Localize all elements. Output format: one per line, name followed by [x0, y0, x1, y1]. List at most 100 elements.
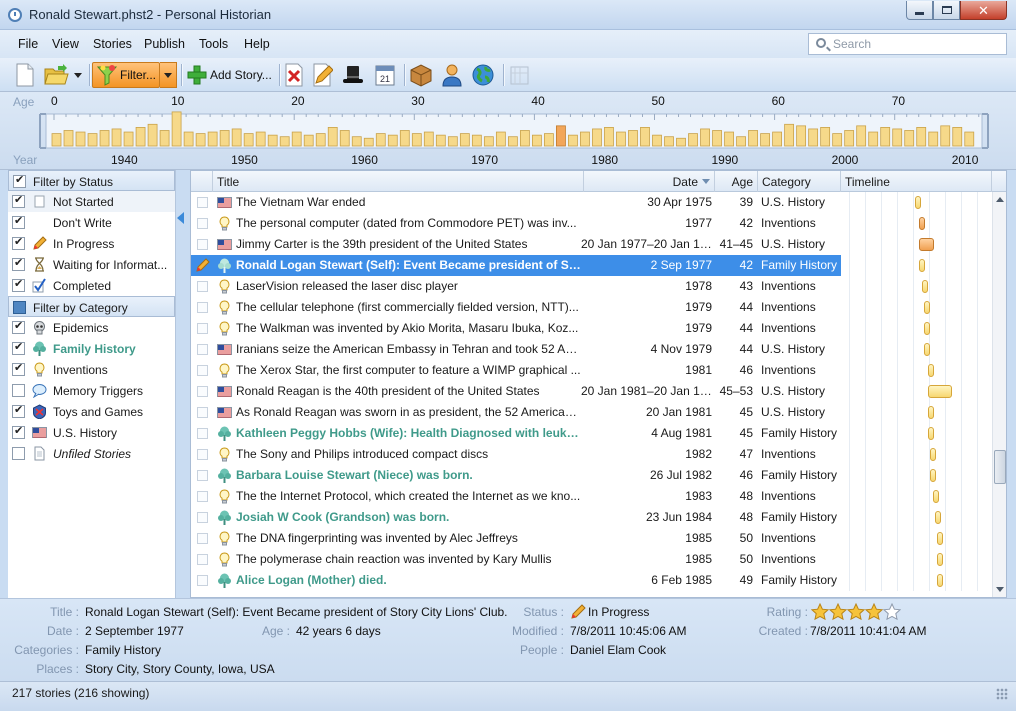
status-indicator[interactable]	[197, 470, 208, 481]
table-row[interactable]: Barbara Louise Stewart (Niece) was born.…	[191, 465, 994, 486]
timeline-bar[interactable]	[919, 238, 935, 251]
table-row[interactable]: Jimmy Carter is the 39th president of th…	[191, 234, 994, 255]
timeline-bar[interactable]	[937, 553, 943, 566]
timeline-bar[interactable]	[921, 280, 928, 293]
new-document-button[interactable]	[14, 62, 40, 88]
table-row[interactable]: The polymerase chain reaction was invent…	[191, 549, 994, 570]
table-row[interactable]: Alice Logan (Mother) died. 6 Feb 1985 49 Fa…	[191, 570, 994, 591]
star-empty-icon[interactable]	[882, 602, 902, 621]
table-row[interactable]: The Walkman was invented by Akio Morita,…	[191, 318, 994, 339]
maximize-button[interactable]	[933, 1, 960, 20]
table-row[interactable]: The DNA fingerprinting was invented by A…	[191, 528, 994, 549]
timeline-bar[interactable]	[928, 406, 935, 419]
column-header-date[interactable]: Date	[584, 171, 715, 192]
filter-checkbox[interactable]	[12, 193, 25, 208]
timeline-bar[interactable]	[923, 301, 930, 314]
table-row[interactable]: The the Internet Protocol, which created…	[191, 486, 994, 507]
filter-checkbox[interactable]	[12, 424, 25, 439]
table-row[interactable]: The Sony and Philips introduced compact …	[191, 444, 994, 465]
filter-dropdown-button[interactable]	[160, 62, 177, 88]
timeline-bar[interactable]	[934, 511, 941, 524]
package-button[interactable]	[409, 62, 435, 88]
status-indicator[interactable]	[197, 449, 208, 460]
star-filled-icon[interactable]	[846, 602, 866, 621]
search-box[interactable]	[808, 33, 1007, 55]
category-filter-header[interactable]: Filter by Category	[8, 296, 175, 317]
places-button[interactable]	[471, 62, 497, 88]
filter-checkbox[interactable]	[12, 447, 25, 460]
panel-collapse-arrow-icon[interactable]	[177, 212, 184, 224]
status-filter-item-not-started[interactable]: Not Started	[8, 191, 175, 212]
delete-story-button[interactable]	[283, 62, 307, 88]
timeline-bar[interactable]	[932, 490, 939, 503]
resize-grip-icon[interactable]	[996, 688, 1008, 700]
column-header-title[interactable]: Title	[213, 171, 584, 192]
table-row[interactable]: Ronald Reagan is the 40th president of t…	[191, 381, 994, 402]
minimize-button[interactable]	[906, 1, 933, 20]
status-indicator[interactable]	[197, 365, 208, 376]
menu-publish[interactable]: Publish	[144, 37, 185, 51]
table-row[interactable]: Ronald Logan Stewart (Self): Event Becam…	[191, 255, 994, 276]
column-header-timeline[interactable]: Timeline	[841, 171, 992, 192]
status-indicator[interactable]	[197, 218, 208, 229]
status-indicator[interactable]	[197, 302, 208, 313]
status-filter-item-don-t-write[interactable]: Don't Write	[8, 212, 175, 233]
timeline-bar[interactable]	[930, 448, 937, 461]
timeline-bar[interactable]	[937, 532, 943, 545]
column-header-age[interactable]: Age	[715, 171, 758, 192]
status-indicator[interactable]	[197, 281, 208, 292]
magic-hat-button[interactable]	[341, 62, 367, 88]
timeline-bar[interactable]	[930, 469, 937, 482]
filter-checkbox[interactable]	[12, 403, 25, 418]
filter-button[interactable]: Filter...	[92, 62, 160, 88]
table-row[interactable]: The Xerox Star, the first computer to fe…	[191, 360, 994, 381]
table-row[interactable]: Iranians seize the American Embassy in T…	[191, 339, 994, 360]
edit-story-button[interactable]	[311, 62, 335, 88]
status-indicator[interactable]	[197, 575, 208, 586]
menu-help[interactable]: Help	[244, 37, 270, 51]
filter-checkbox[interactable]	[12, 340, 25, 355]
table-row[interactable]: LaserVision released the laser disc play…	[191, 276, 994, 297]
add-story-button[interactable]: Add Story...	[186, 62, 278, 88]
table-row[interactable]: The Vietnam War ended 30 Apr 1975 39 U.S. H…	[191, 192, 994, 213]
scroll-up-icon[interactable]	[996, 197, 1004, 202]
age-year-ruler[interactable]	[0, 92, 1016, 170]
category-filter-item-inventions[interactable]: Inventions	[8, 359, 175, 380]
star-filled-icon[interactable]	[810, 602, 830, 621]
status-indicator[interactable]	[197, 197, 208, 208]
timeline-bar[interactable]	[915, 196, 921, 209]
timeline-bar[interactable]	[919, 217, 926, 230]
filter-checkbox[interactable]	[12, 361, 25, 376]
timeline-bar[interactable]	[928, 385, 952, 398]
close-button[interactable]: ✕	[960, 1, 1007, 20]
open-folder-button[interactable]	[44, 62, 72, 88]
status-indicator[interactable]	[197, 533, 208, 544]
menu-tools[interactable]: Tools	[199, 37, 228, 51]
timeline-histogram[interactable]	[0, 92, 1016, 170]
star-filled-icon[interactable]	[828, 602, 848, 621]
status-indicator[interactable]	[197, 491, 208, 502]
status-indicator[interactable]	[197, 428, 208, 439]
category-filter-all-checkbox[interactable]	[13, 301, 26, 314]
menu-stories[interactable]: Stories	[93, 37, 132, 51]
category-filter-item-memory-triggers[interactable]: Memory Triggers	[8, 380, 175, 401]
filter-checkbox[interactable]	[12, 214, 25, 229]
status-indicator[interactable]	[197, 554, 208, 565]
category-filter-item-u-s-history[interactable]: U.S. History	[8, 422, 175, 443]
timeline-bar[interactable]	[923, 343, 930, 356]
people-button[interactable]	[440, 62, 466, 88]
column-header-status[interactable]	[191, 171, 213, 192]
timeline-bar[interactable]	[937, 574, 943, 587]
status-indicator[interactable]	[197, 239, 208, 250]
table-row[interactable]: Kathleen Peggy Hobbs (Wife): Health Diag…	[191, 423, 994, 444]
search-input[interactable]	[831, 36, 1001, 52]
menu-file[interactable]: File	[18, 37, 38, 51]
filter-checkbox[interactable]	[12, 256, 25, 271]
status-filter-item-completed[interactable]: Completed	[8, 275, 175, 296]
table-row[interactable]: The cellular telephone (first commercial…	[191, 297, 994, 318]
table-row[interactable]: As Ronald Reagan was sworn in as preside…	[191, 402, 994, 423]
filter-checkbox[interactable]	[12, 235, 25, 250]
menu-view[interactable]: View	[52, 37, 79, 51]
status-indicator[interactable]	[197, 386, 208, 397]
status-indicator[interactable]	[197, 323, 208, 334]
